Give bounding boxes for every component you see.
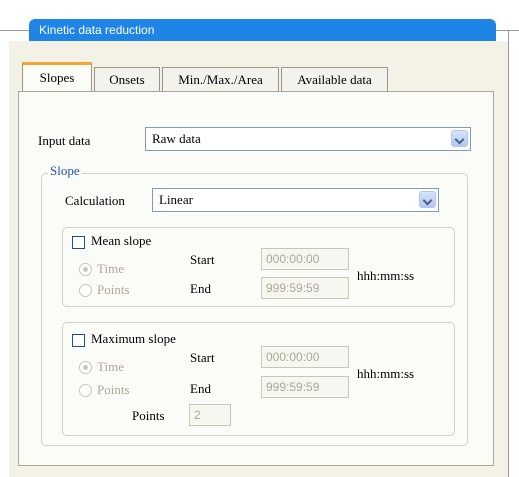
- maximum-time-radio[interactable]: [79, 361, 92, 374]
- mean-unit-label: hhh:mm:ss: [357, 268, 415, 283]
- maximum-start-label: Start: [190, 350, 215, 365]
- mean-slope-label: Mean slope: [91, 233, 152, 248]
- calculation-select[interactable]: Linear: [152, 188, 439, 212]
- chevron-down-icon[interactable]: [451, 130, 468, 147]
- input-data-value: Raw data: [152, 131, 201, 146]
- maximum-points-count-label: Points: [132, 408, 165, 423]
- mean-end-label: End: [190, 281, 211, 296]
- window-title: Kinetic data reduction: [29, 19, 496, 41]
- maximum-end-label: End: [190, 381, 211, 396]
- mean-time-label: Time: [97, 261, 124, 276]
- chevron-down-icon[interactable]: [419, 191, 436, 208]
- tab-available-data[interactable]: Available data: [281, 67, 388, 92]
- mean-slope-checkbox[interactable]: [72, 236, 85, 249]
- maximum-slope-checkbox[interactable]: [72, 334, 85, 347]
- maximum-slope-label: Maximum slope: [91, 331, 176, 346]
- input-data-select[interactable]: Raw data: [145, 127, 471, 151]
- maximum-points-label: Points: [97, 382, 130, 397]
- tab-onsets[interactable]: Onsets: [94, 67, 160, 92]
- frame-line: [0, 30, 30, 31]
- mean-time-radio[interactable]: [79, 263, 92, 276]
- maximum-points-input[interactable]: 2: [189, 404, 231, 426]
- calculation-value: Linear: [159, 192, 193, 207]
- maximum-unit-label: hhh:mm:ss: [357, 366, 415, 381]
- mean-points-radio[interactable]: [79, 284, 92, 297]
- slope-group-title: Slope: [48, 163, 82, 179]
- mean-points-label: Points: [97, 282, 130, 297]
- mean-end-input[interactable]: 999:59:59: [261, 277, 349, 299]
- frame-line: [508, 30, 509, 477]
- input-data-label: Input data: [38, 133, 91, 148]
- calculation-label: Calculation: [65, 193, 125, 208]
- maximum-points-radio[interactable]: [79, 384, 92, 397]
- tab-min-max-area[interactable]: Min./Max./Area: [162, 67, 279, 92]
- maximum-time-label: Time: [97, 359, 124, 374]
- maximum-start-input[interactable]: 000:00:00: [261, 346, 349, 368]
- maximum-end-input[interactable]: 999:59:59: [261, 376, 349, 398]
- mean-start-input[interactable]: 000:00:00: [261, 248, 349, 270]
- mean-start-label: Start: [190, 252, 215, 267]
- tab-slopes[interactable]: Slopes: [22, 62, 92, 92]
